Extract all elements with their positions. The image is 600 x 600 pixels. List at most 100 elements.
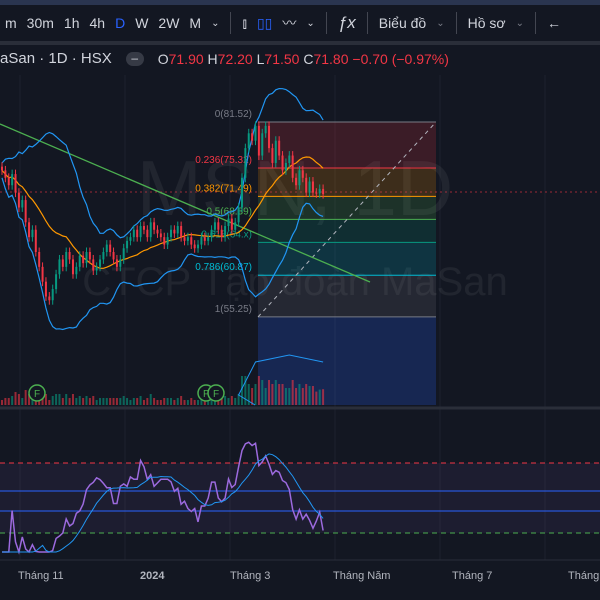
volume-bar [193,400,196,405]
volume-bar [190,398,193,405]
axis-label: Tháng 11 [18,570,64,582]
candle [268,125,271,149]
candle [85,251,88,264]
candle [251,133,254,141]
open-label: O [157,50,169,67]
candle [44,281,47,297]
candle [305,177,308,193]
candle [61,259,64,267]
axis-label: Tháng [568,570,600,582]
volume-bar [68,398,71,405]
volume-bar [85,396,88,405]
volume-bar [271,384,274,405]
candle [166,237,169,245]
fib-zone [258,219,436,243]
candle [109,244,112,252]
candle [200,237,203,245]
candle [240,177,243,208]
volume-bar [14,392,17,405]
candle [278,140,281,156]
candle [82,255,85,264]
candle [11,174,14,186]
volume-bar [170,398,172,405]
volume-bar [308,386,311,405]
volume-bar [17,394,20,405]
volume-bar [298,384,301,405]
volume-bar [288,388,291,405]
candle [213,222,216,230]
volume-bar [48,400,51,405]
candle [119,259,122,267]
volume-bar [149,394,152,405]
volume-bar [95,400,98,405]
candle [105,244,108,252]
volume-bar [139,396,142,405]
candle [51,289,54,301]
candle [190,237,193,245]
candle [322,188,325,195]
candle [288,155,291,163]
volume-bar [82,398,85,405]
candle [14,174,17,193]
volume-bar [122,396,125,405]
candle [186,237,189,241]
fib-zone [258,242,436,276]
candle [217,222,220,230]
candle [193,244,196,249]
candle [21,200,24,208]
volume-bar [197,400,200,405]
volume-bar [4,398,7,405]
candle [132,229,135,238]
candle [24,200,27,223]
candle [230,218,233,230]
candle [237,207,240,223]
candle [318,188,321,194]
volume-bar [78,396,81,405]
candle [308,181,311,193]
axis-label: Tháng 3 [230,570,271,582]
volume-bar [126,398,129,405]
candle [173,229,176,234]
candle [31,229,34,238]
volume-bar [281,384,284,405]
volume-bar [21,398,24,405]
volume-bar [234,398,237,405]
hide-toggle-icon[interactable]: – [125,51,144,66]
symbol-legend: aSan · 1D · HSX – O 71.90 H 72.20 L 71.50 C… [0,50,449,67]
volume-bar [115,398,118,405]
volume-bar [132,398,135,405]
candle [210,229,213,238]
candle [207,237,210,241]
low-value: 71.50 [264,50,300,67]
volume-bar [257,376,260,405]
fib-level-label: 0(81.52) [215,109,252,120]
volume-bar [109,398,112,405]
rsi-band [0,463,600,533]
candle [65,251,68,267]
candle [264,125,267,134]
volume-bar [156,400,159,405]
volume-bar [75,398,78,405]
candle [301,170,304,178]
candle [129,237,132,241]
volume-bar [153,398,156,405]
volume-bar [173,400,176,405]
volume-bar [163,398,166,405]
volume-bar [278,384,281,405]
dividend-marker-label: F [213,389,219,400]
candle [244,148,247,178]
candle [183,237,186,241]
volume-bar [119,398,122,405]
candle [38,251,41,267]
volume-bar [11,396,14,405]
fib-zone [258,275,436,317]
candle [149,222,152,238]
price-chart[interactable]: MSN, 1DCTCP Tập đoàn MaSan0(81.52)0.236(… [0,0,600,600]
candle [227,218,230,227]
volume-bar [284,388,287,405]
candle [95,266,98,271]
volume-bar [166,398,169,405]
volume-bar [55,394,58,405]
fib-level-label: 0.236(75.32) [195,155,252,166]
volume-bar [180,396,183,405]
